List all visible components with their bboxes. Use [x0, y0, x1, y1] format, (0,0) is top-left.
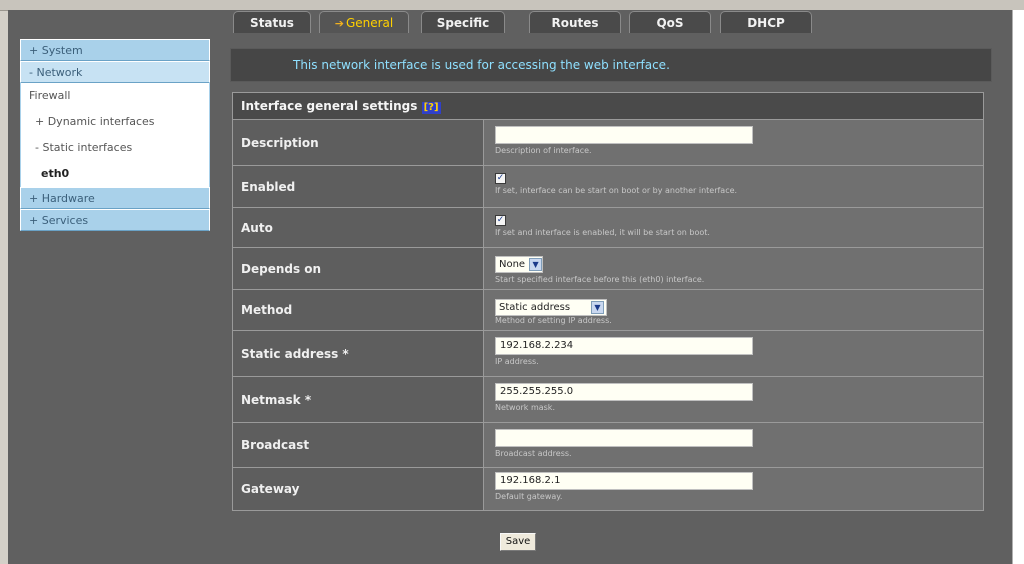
row-depends-on: Depends on None ▼ Start specified interfa… — [233, 248, 983, 290]
sidebar-item-firewall[interactable]: Firewall — [21, 83, 209, 109]
tab-label: QoS — [656, 16, 684, 30]
enabled-hint: If set, interface can be start on boot o… — [495, 186, 738, 195]
description-input[interactable] — [495, 126, 753, 144]
depends-on-hint: Start specified interface before this (e… — [495, 275, 705, 284]
row-static-address: Static address * 192.168.2.234 IP addres… — [233, 331, 983, 377]
sidebar-item-network[interactable]: - Network — [20, 61, 210, 83]
tab-status[interactable]: Status — [233, 11, 311, 33]
static-address-hint: IP address. — [495, 357, 539, 366]
row-gateway: Gateway 192.168.2.1 Default gateway. — [233, 468, 983, 510]
static-address-input[interactable]: 192.168.2.234 — [495, 337, 753, 355]
sidebar-item-dynamic-interfaces[interactable]: + Dynamic interfaces — [21, 109, 209, 135]
browser-right-edge — [1012, 10, 1024, 564]
netmask-input[interactable]: 255.255.255.0 — [495, 383, 753, 401]
method-value: Static address — [499, 302, 571, 313]
help-link[interactable]: [?] — [421, 102, 441, 114]
tab-qos[interactable]: QoS — [629, 11, 711, 33]
netmask-label: Netmask * — [233, 377, 484, 422]
tab-label: Status — [250, 16, 294, 30]
method-field: Static address ▼ Method of setting IP add… — [484, 290, 983, 330]
form-header: Interface general settings [?] — [233, 93, 983, 120]
auto-label: Auto — [233, 208, 484, 247]
netmask-hint: Network mask. — [495, 403, 555, 412]
row-method: Method Static address ▼ Method of setting… — [233, 290, 983, 331]
description-label: Description — [233, 120, 484, 165]
depends-on-select[interactable]: None ▼ — [495, 256, 544, 273]
method-select[interactable]: Static address ▼ — [495, 299, 607, 316]
chevron-down-icon[interactable]: ▼ — [529, 258, 543, 271]
auto-checkbox[interactable]: ✓ — [495, 215, 506, 226]
enabled-checkbox[interactable]: ✓ — [495, 173, 506, 184]
broadcast-input[interactable] — [495, 429, 753, 447]
description-hint: Description of interface. — [495, 146, 592, 155]
method-hint: Method of setting IP address. — [495, 316, 612, 325]
tab-label: Routes — [551, 16, 599, 30]
netmask-field: 255.255.255.0 Network mask. — [484, 377, 983, 422]
gateway-input[interactable]: 192.168.2.1 — [495, 472, 753, 490]
tab-specific[interactable]: Specific — [421, 11, 505, 33]
depends-on-field: None ▼ Start specified interface before t… — [484, 248, 983, 289]
broadcast-hint: Broadcast address. — [495, 449, 572, 458]
auto-hint: If set and interface is enabled, it will… — [495, 228, 710, 237]
method-label: Method — [233, 290, 484, 330]
row-netmask: Netmask * 255.255.255.0 Network mask. — [233, 377, 983, 423]
sidebar-item-services[interactable]: + Services — [20, 209, 210, 231]
row-broadcast: Broadcast Broadcast address. — [233, 423, 983, 468]
sidebar-item-static-interfaces[interactable]: - Static interfaces — [21, 135, 209, 161]
enabled-label: Enabled — [233, 166, 484, 207]
form-title: Interface general settings — [241, 99, 418, 113]
tab-routes[interactable]: Routes — [529, 11, 621, 33]
info-banner: This network interface is used for acces… — [230, 48, 992, 82]
depends-on-label: Depends on — [233, 248, 484, 289]
gateway-hint: Default gateway. — [495, 492, 563, 501]
gateway-field: 192.168.2.1 Default gateway. — [484, 468, 983, 510]
sidebar-item-eth0[interactable]: eth0 — [21, 161, 209, 187]
sidebar-network-submenu: Firewall + Dynamic interfaces - Static i… — [20, 83, 210, 187]
tab-general[interactable]: ➔ General — [319, 11, 409, 33]
gateway-label: Gateway — [233, 468, 484, 510]
depends-on-value: None — [499, 259, 526, 270]
chevron-down-icon[interactable]: ▼ — [591, 301, 604, 314]
row-enabled: Enabled ✓ If set, interface can be start… — [233, 166, 983, 208]
auto-field: ✓ If set and interface is enabled, it wi… — [484, 208, 983, 247]
tab-label: General — [345, 16, 394, 30]
broadcast-field: Broadcast address. — [484, 423, 983, 467]
enabled-field: ✓ If set, interface can be start on boot… — [484, 166, 983, 207]
row-description: Description Description of interface. — [233, 120, 983, 166]
static-address-field: 192.168.2.234 IP address. — [484, 331, 983, 376]
tab-dhcp[interactable]: DHCP — [720, 11, 812, 33]
static-address-label: Static address * — [233, 331, 484, 376]
sidebar-nav: + System - Network Firewall + Dynamic in… — [20, 39, 210, 231]
interface-settings-form: Interface general settings [?] Descripti… — [232, 92, 984, 511]
save-button[interactable]: Save — [500, 533, 536, 551]
broadcast-label: Broadcast — [233, 423, 484, 467]
sidebar-item-hardware[interactable]: + Hardware — [20, 187, 210, 209]
row-auto: Auto ✓ If set and interface is enabled, … — [233, 208, 983, 248]
tab-label: DHCP — [747, 16, 785, 30]
description-field: Description of interface. — [484, 120, 983, 165]
sidebar-item-system[interactable]: + System — [20, 39, 210, 61]
tab-label: Specific — [436, 16, 490, 30]
pointer-icon: ➔ — [334, 17, 344, 30]
